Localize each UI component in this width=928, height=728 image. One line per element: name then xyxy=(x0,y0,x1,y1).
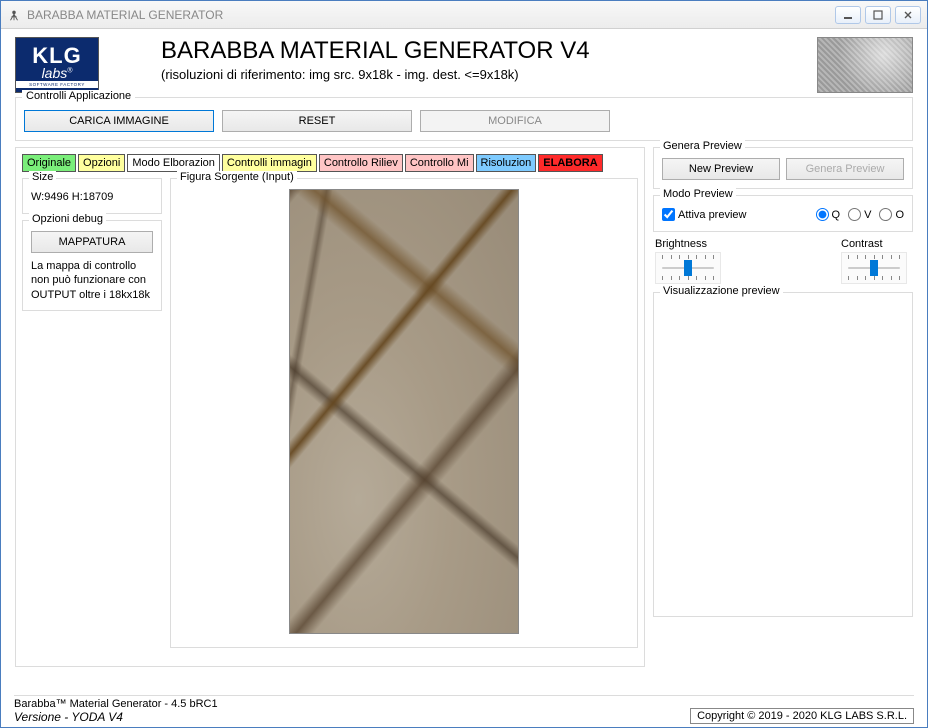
radio-o[interactable]: O xyxy=(879,208,904,221)
tab-opzioni[interactable]: Opzioni xyxy=(78,154,125,172)
modo-preview-group: Modo Preview Attiva preview Q V O xyxy=(653,195,913,232)
contrast-label: Contrast xyxy=(841,238,911,250)
preview-group: Genera Preview New Preview Genera Previe… xyxy=(653,147,913,189)
page-title: BARABBA MATERIAL GENERATOR V4 xyxy=(161,37,817,65)
tab-elabora[interactable]: ELABORA xyxy=(538,154,602,172)
footer: Barabba™ Material Generator - 4.5 bRC1 V… xyxy=(14,695,914,724)
footer-version-1: Barabba™ Material Generator - 4.5 bRC1 xyxy=(14,698,218,710)
tab-modo-elborazion[interactable]: Modo Elborazion xyxy=(127,154,220,172)
titlebar: BARABBA MATERIAL GENERATOR xyxy=(1,1,927,29)
header: KLG labs® SOFTWARE FACTORY BARABBA MATER… xyxy=(1,29,927,97)
app-icon xyxy=(7,8,21,22)
tab-risoluzion[interactable]: Risoluzion xyxy=(476,154,537,172)
copyright: Copyright © 2019 - 2020 KLG LABS S.R.L. xyxy=(690,708,914,724)
logo: KLG labs® SOFTWARE FACTORY xyxy=(15,37,99,93)
brightness-label: Brightness xyxy=(655,238,725,250)
radio-q[interactable]: Q xyxy=(816,208,841,221)
debug-note: La mappa di controllo non può funzionare… xyxy=(31,259,153,302)
header-image xyxy=(817,37,913,93)
tab-controlli-immagin[interactable]: Controlli immagin xyxy=(222,154,317,172)
attiva-preview-checkbox[interactable]: Attiva preview xyxy=(662,208,746,221)
size-value: W:9496 H:18709 xyxy=(31,189,153,205)
debug-group: Opzioni debug MAPPATURA La mappa di cont… xyxy=(22,220,162,311)
radio-v[interactable]: V xyxy=(848,208,871,221)
tab-controllo-mi[interactable]: Controllo Mi xyxy=(405,154,474,172)
maximize-button[interactable] xyxy=(865,6,891,24)
viz-preview-group: Visualizzazione preview xyxy=(653,292,913,617)
reset-button[interactable]: RESET xyxy=(222,110,412,132)
minimize-button[interactable] xyxy=(835,6,861,24)
footer-version-2: Versione - YODA V4 xyxy=(14,710,218,724)
tab-controllo-riliev[interactable]: Controllo Riliev xyxy=(319,154,403,172)
size-group: Size W:9496 H:18709 xyxy=(22,178,162,214)
brightness-slider[interactable] xyxy=(655,252,721,284)
left-panel: OriginaleOpzioniModo ElborazionControlli… xyxy=(15,147,645,667)
page-subtitle: (risoluzioni di riferimento: img src. 9x… xyxy=(161,67,817,82)
source-image xyxy=(289,189,519,634)
contrast-slider[interactable] xyxy=(841,252,907,284)
window-title: BARABBA MATERIAL GENERATOR xyxy=(27,8,835,22)
close-button[interactable] xyxy=(895,6,921,24)
app-controls-group: Controlli Applicazione CARICA IMMAGINE R… xyxy=(15,97,913,141)
load-image-button[interactable]: CARICA IMMAGINE xyxy=(24,110,214,132)
new-preview-button[interactable]: New Preview xyxy=(662,158,780,180)
modify-button: MODIFICA xyxy=(420,110,610,132)
image-panel: Figura Sorgente (Input) xyxy=(170,178,638,648)
generate-preview-button: Genera Preview xyxy=(786,158,904,180)
tab-originale[interactable]: Originale xyxy=(22,154,76,172)
mapping-button[interactable]: MAPPATURA xyxy=(31,231,153,253)
tabs: OriginaleOpzioniModo ElborazionControlli… xyxy=(22,154,638,172)
